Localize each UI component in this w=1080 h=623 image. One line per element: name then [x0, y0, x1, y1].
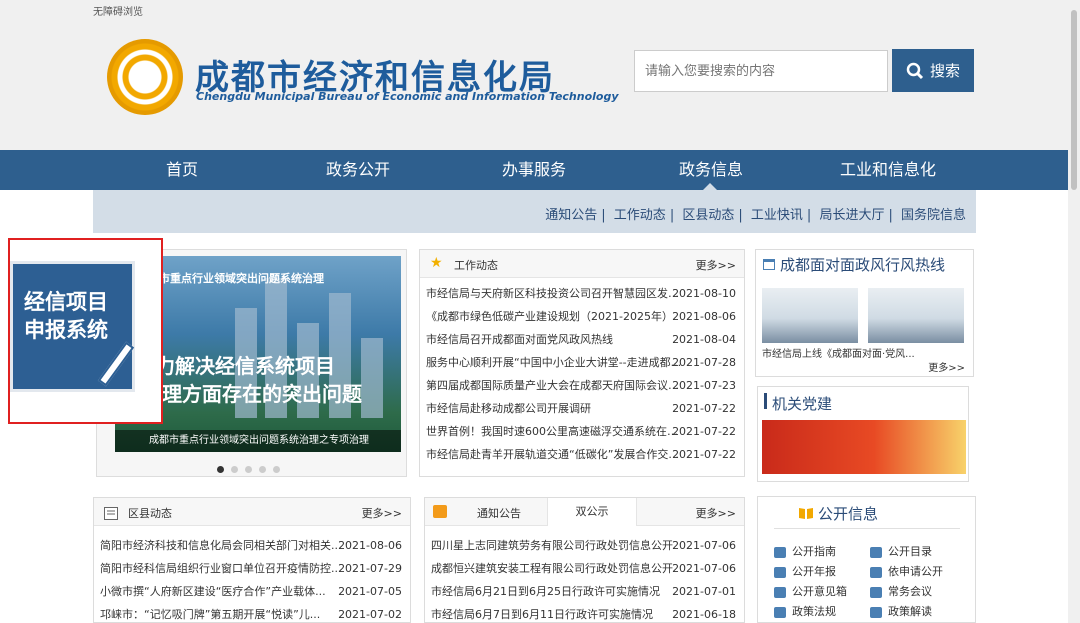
site-logo-emblem[interactable] — [107, 39, 183, 115]
subnav-industry-flash[interactable]: 工业快讯 — [751, 208, 803, 223]
nav-gov-affairs-open[interactable]: 政务公开 — [310, 150, 406, 190]
subnav-notices[interactable]: 通知公告 — [545, 208, 597, 223]
nav-services[interactable]: 办事服务 — [486, 150, 582, 190]
page-scrollbar[interactable] — [1068, 0, 1080, 623]
mailbox-icon — [774, 586, 786, 598]
open-item-feedback-box[interactable]: 公开意见箱 — [774, 583, 870, 600]
carousel-dot-2[interactable] — [231, 466, 238, 473]
report-icon — [774, 566, 786, 578]
badge-text: 经信项目 申报系统 — [24, 288, 108, 344]
list-item[interactable]: 市经信局6月21日到6月25日行政许可实施情况 2021-07-01 — [431, 580, 736, 603]
top-utility-bar: 无障碍浏览 — [0, 0, 1080, 20]
nav-home[interactable]: 首页 — [140, 150, 224, 190]
interpretation-icon — [870, 606, 882, 618]
carousel-headline-1: 着力解决经信系统项目 — [135, 354, 335, 378]
hotline-title[interactable]: 成都面对面政风行风热线 — [780, 254, 945, 275]
tab-double-publicity[interactable]: 双公示 — [547, 498, 637, 526]
open-item-executive-meeting[interactable]: 常务会议 — [870, 583, 964, 600]
pen-icon — [97, 341, 135, 387]
nav-industry-it[interactable]: 工业和信息化 — [830, 150, 946, 190]
sub-nav: 通知公告 | 工作动态 | 区县动态 | 工业快讯 | 局长进大厅 | 国务院信息 — [93, 190, 976, 233]
hotline-caption[interactable]: 市经信局上线《成都面对面·党风... — [762, 345, 915, 360]
list-item[interactable]: 市经信局6月7日到6月11日行政许可实施情况 2021-06-18 — [431, 603, 736, 623]
county-news-panel: 区县动态 更多>> 简阳市经济科技和信息化局会同相关部门对相关... 2021-0… — [93, 497, 411, 623]
open-item-catalog[interactable]: 公开目录 — [870, 543, 964, 560]
project-application-card[interactable]: 经信项目 申报系统 — [13, 264, 135, 389]
carousel-dot-4[interactable] — [259, 466, 266, 473]
list-item[interactable]: 简阳市经济科技和信息化局会同相关部门对相关... 2021-08-06 — [100, 534, 402, 557]
open-item-on-request[interactable]: 依申请公开 — [870, 563, 964, 580]
star-icon: ★ — [430, 255, 443, 271]
open-info-title[interactable]: 公开信息 — [818, 503, 878, 524]
meeting-icon — [870, 586, 882, 598]
tab-notices[interactable]: 通知公告 — [477, 505, 521, 521]
search-button[interactable]: 搜索 — [892, 49, 974, 92]
notices-panel: 通知公告 双公示 更多>> 四川星上志同建筑劳务有限公司行政处罚信息公开 2021… — [424, 497, 745, 623]
open-info-box: 公开信息 公开指南 公开目录 公开年报 依申请公开 公开意见箱 常务会议 政策法… — [757, 496, 976, 623]
carousel-dot-1[interactable] — [217, 466, 224, 473]
open-item-interpretation[interactable]: 政策解读 — [870, 603, 964, 620]
work-news-title[interactable]: 工作动态 — [454, 257, 498, 273]
scrollbar-thumb[interactable] — [1071, 10, 1077, 190]
list-item[interactable]: 市经信局与天府新区科技投资公司召开智慧园区发展... 2021-08-10 — [426, 282, 736, 305]
regulation-icon — [774, 606, 786, 618]
hotline-photo-2[interactable] — [868, 288, 964, 343]
list-item[interactable]: 邛崃市：“记忆吸门牌”第五期开展“悦读”儿... 2021-07-02 — [100, 603, 402, 623]
search-icon — [906, 62, 924, 79]
work-news-panel: ★ 工作动态 更多>> 市经信局与天府新区科技投资公司召开智慧园区发展... 20… — [419, 249, 745, 477]
county-news-more-link[interactable]: 更多>> — [362, 505, 402, 521]
notices-more-link[interactable]: 更多>> — [696, 505, 736, 521]
open-item-guide[interactable]: 公开指南 — [774, 543, 870, 560]
subnav-state-council[interactable]: 国务院信息 — [901, 208, 966, 223]
list-item[interactable]: 成都恒兴建筑安装工程有限公司行政处罚信息公开 2021-07-06 — [431, 557, 736, 580]
list-item[interactable]: 四川星上志同建筑劳务有限公司行政处罚信息公开 2021-07-06 — [431, 534, 736, 557]
list-item[interactable]: 世界首例！我国时速600公里高速磁浮交通系统在青... 2021-07-22 — [426, 420, 736, 443]
list-item[interactable]: 小微市撰“人府新区建设“医疗合作”产业载体... 2021-07-05 — [100, 580, 402, 603]
divider — [774, 528, 960, 529]
catalog-icon — [870, 546, 882, 558]
party-building-box: 机关党建 — [757, 386, 969, 482]
guide-icon — [774, 546, 786, 558]
notice-icon — [433, 505, 447, 518]
badge-line-1: 经信项目 — [24, 290, 108, 314]
hotline-box: 成都面对面政风行风热线 市经信局上线《成都面对面·党风... 更多>> — [755, 249, 974, 377]
main-nav: 首页 政务公开 办事服务 政务信息 工业和信息化 — [0, 150, 1080, 190]
search-input[interactable] — [634, 50, 888, 92]
carousel-dot-3[interactable] — [245, 466, 252, 473]
title-marker — [764, 393, 767, 409]
calendar-icon — [762, 256, 776, 275]
active-nav-indicator — [703, 183, 717, 190]
open-item-annual-report[interactable]: 公开年报 — [774, 563, 870, 580]
carousel-dot-5[interactable] — [273, 466, 280, 473]
site-header: 成都市经济和信息化局 Chengdu Municipal Bureau of E… — [0, 20, 1080, 150]
subnav-county-news[interactable]: 区县动态 — [682, 208, 734, 223]
list-item[interactable]: 市经信局赴青羊开展轨道交通“低碳化”发展合作交... 2021-07-22 — [426, 443, 736, 466]
list-item[interactable]: 《成都市绿色低碳产业建设规划（2021-2025年） 2021-08-06 — [426, 305, 736, 328]
accessibility-link[interactable]: 无障碍浏览 — [93, 3, 143, 18]
open-item-regulations[interactable]: 政策法规 — [774, 603, 870, 620]
list-item[interactable]: 市经信局赴移动成都公司开展调研 2021-07-22 — [426, 397, 736, 420]
hotline-more-link[interactable]: 更多>> — [928, 359, 965, 374]
hotline-photo-1[interactable] — [762, 288, 858, 343]
site-subtitle: Chengdu Municipal Bureau of Economic and… — [196, 90, 619, 103]
list-item[interactable]: 第四届成都国际质量产业大会在成都天府国际会议中... 2021-07-23 — [426, 374, 736, 397]
subnav-work-news[interactable]: 工作动态 — [614, 208, 666, 223]
document-icon — [104, 505, 118, 524]
badge-line-2: 申报系统 — [24, 318, 108, 342]
carousel-pagination — [217, 466, 280, 473]
list-item[interactable]: 简阳市经科信局组织行业窗口单位召开疫情防控... 2021-07-29 — [100, 557, 402, 580]
project-application-badge[interactable]: 经信项目 申报系统 — [8, 238, 163, 424]
carousel-caption[interactable]: 成都市重点行业领域突出问题系统治理之专项治理 — [115, 430, 401, 452]
list-item[interactable]: 服务中心顺利开展“中国中小企业大讲堂--走进成都... 2021-07-28 — [426, 351, 736, 374]
carousel-topic: 成都市重点行业领域突出问题系统治理 — [137, 272, 324, 285]
book-icon — [798, 505, 814, 524]
list-item[interactable]: 市经信局召开成都面对面党风政风热线 2021-08-04 — [426, 328, 736, 351]
party-building-banner[interactable] — [762, 420, 966, 474]
work-news-more-link[interactable]: 更多>> — [696, 257, 736, 273]
request-icon — [870, 566, 882, 578]
county-news-title[interactable]: 区县动态 — [128, 505, 172, 521]
party-building-title[interactable]: 机关党建 — [772, 393, 832, 414]
subnav-director-hall[interactable]: 局长进大厅 — [819, 208, 884, 223]
search-button-label: 搜索 — [929, 62, 960, 80]
